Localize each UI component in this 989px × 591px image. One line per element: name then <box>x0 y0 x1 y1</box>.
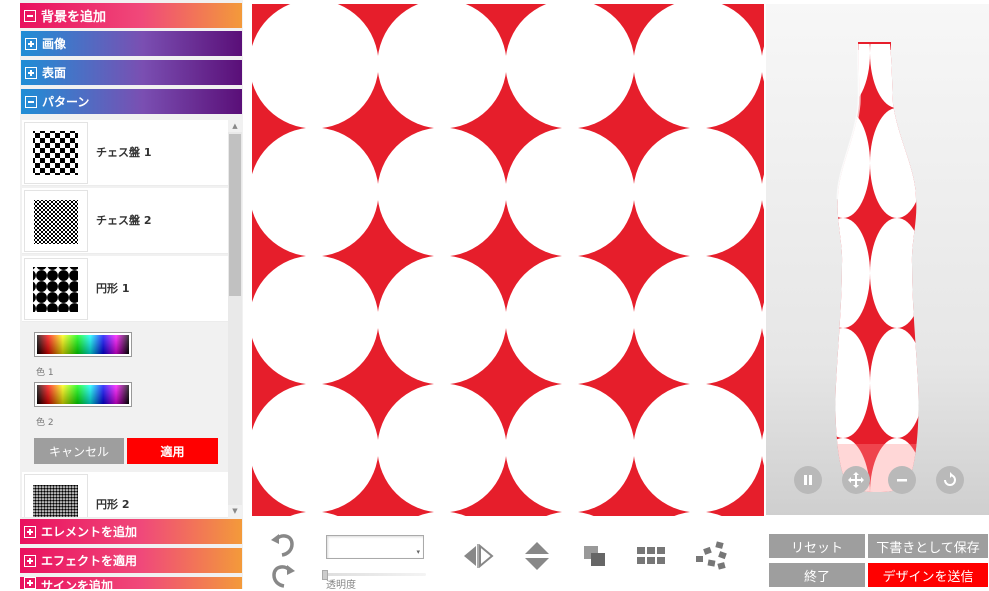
save-draft-button[interactable]: 下書きとして保存 <box>868 534 988 558</box>
pattern-label: チェス盤 2 <box>96 214 152 227</box>
dropdown-arrow-icon: ▾ <box>416 548 420 556</box>
flip-vertical-icon[interactable] <box>522 540 552 572</box>
bottle-image <box>835 42 919 492</box>
opacity-slider-track <box>322 573 426 576</box>
scroll-up-icon[interactable]: ▲ <box>228 120 242 132</box>
pattern-label: 円形 2 <box>96 498 130 511</box>
opacity-slider-handle[interactable] <box>322 570 328 580</box>
section-header-element[interactable]: エレメントを追加 <box>20 519 242 544</box>
layer-order-icon[interactable] <box>582 544 608 568</box>
reset-button[interactable]: リセット <box>769 534 865 558</box>
opacity-slider[interactable] <box>322 570 428 580</box>
pattern-label: 円形 1 <box>96 282 130 295</box>
pattern-list-scrollbar[interactable]: ▲ ▼ <box>228 120 242 517</box>
chess-pattern-thumbnail <box>24 190 88 252</box>
pause-icon[interactable] <box>794 466 822 494</box>
move-icon[interactable] <box>842 466 870 494</box>
section-header-image[interactable]: 画像 <box>21 31 242 56</box>
color-gradient <box>37 385 129 404</box>
pattern-item-chess-2[interactable]: チェス盤 2 <box>22 188 228 254</box>
color-1-label: 色 1 <box>36 368 54 378</box>
color-2-picker[interactable] <box>34 382 132 407</box>
apply-button[interactable]: 適用 <box>127 438 218 464</box>
section-header-effect[interactable]: エフェクトを適用 <box>20 548 242 573</box>
pattern-item-circle-1[interactable]: 円形 1 <box>22 256 228 322</box>
circle-pattern-canvas <box>252 4 764 516</box>
pattern-item-circle-2[interactable]: 円形 2 <box>22 472 228 518</box>
expand-icon <box>24 554 36 567</box>
section-label-partial: サインを追加 <box>41 579 114 589</box>
color-gradient <box>37 335 129 354</box>
section-header-pattern[interactable]: パターン <box>21 89 242 114</box>
chess-pattern-thumbnail <box>24 122 88 184</box>
section-header-surface[interactable]: 表面 <box>21 60 242 85</box>
undo-icon[interactable] <box>270 530 296 558</box>
flip-horizontal-icon[interactable] <box>462 542 494 570</box>
section-label-effect: エフェクトを適用 <box>41 554 138 568</box>
rotate-reset-icon[interactable] <box>936 466 964 494</box>
collapse-icon <box>24 9 36 22</box>
expand-icon <box>24 525 36 538</box>
circle-pattern-thumbnail <box>24 258 88 320</box>
send-design-button[interactable]: デザインを送信 <box>868 563 988 587</box>
expand-icon <box>24 577 36 589</box>
color-2-label: 色 2 <box>36 418 54 428</box>
section-label-image: 画像 <box>42 37 67 51</box>
expand-icon <box>25 37 37 50</box>
pattern-label: チェス盤 1 <box>96 146 152 159</box>
section-header-background[interactable]: 背景を追加 <box>20 3 242 28</box>
editor-toolbar: ▾ 透明度 <box>252 518 764 591</box>
section-label-element: エレメントを追加 <box>41 525 138 539</box>
color-1-picker[interactable] <box>34 332 132 357</box>
quit-button[interactable]: 終了 <box>769 563 865 587</box>
cancel-button[interactable]: キャンセル <box>34 438 124 464</box>
scroll-thumb[interactable] <box>229 134 241 296</box>
opacity-label: 透明度 <box>326 580 356 591</box>
section-label-background: 背景を追加 <box>41 10 107 25</box>
section-label-surface: 表面 <box>42 66 67 80</box>
section-header-partial[interactable]: サインを追加 <box>20 577 242 589</box>
scatter-icon[interactable] <box>694 540 730 572</box>
design-canvas[interactable] <box>252 4 764 516</box>
zoom-out-icon[interactable] <box>888 466 916 494</box>
expand-icon <box>25 66 37 79</box>
circle-pattern-thumbnail <box>24 474 88 517</box>
scroll-down-icon[interactable]: ▼ <box>228 505 242 517</box>
grid-icon[interactable] <box>637 546 667 566</box>
layer-select[interactable]: ▾ <box>326 535 424 559</box>
pattern-item-chess-1[interactable]: チェス盤 1 <box>22 120 228 186</box>
collapse-icon <box>25 95 37 108</box>
section-label-pattern: パターン <box>42 95 90 109</box>
pattern-color-editor: 色 1 色 2 キャンセル 適用 <box>22 323 228 470</box>
redo-icon[interactable] <box>270 561 296 589</box>
bottle-preview[interactable] <box>766 4 989 515</box>
